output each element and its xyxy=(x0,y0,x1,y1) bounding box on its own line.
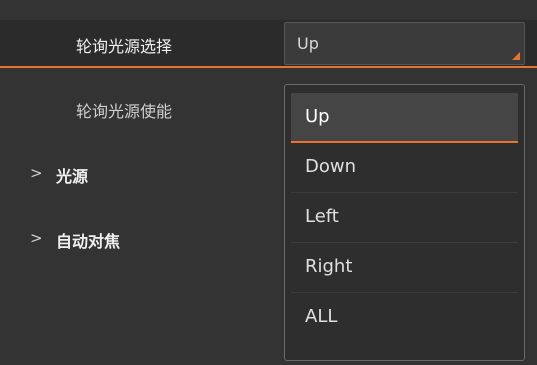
polling-source-select-label: 轮询光源选择 xyxy=(76,37,173,56)
group-autofocus-label: 自动对焦 xyxy=(56,232,121,251)
dropdown-caret-icon xyxy=(512,52,520,60)
dropdown-option-left[interactable]: Left xyxy=(291,193,518,243)
group-light-source[interactable]: > 光源 xyxy=(0,155,280,195)
dropdown-option-right[interactable]: Right xyxy=(291,243,518,293)
group-light-source-label: 光源 xyxy=(56,167,89,186)
dropdown-option-up[interactable]: Up xyxy=(291,93,518,143)
polling-source-select-value: Up xyxy=(297,34,319,53)
chevron-right-icon[interactable]: > xyxy=(30,164,43,182)
polling-source-dropdown-list: Up Down Left Right ALL xyxy=(284,84,525,361)
dropdown-option-down[interactable]: Down xyxy=(291,143,518,193)
polling-source-enable-label: 轮询光源使能 xyxy=(76,102,173,121)
polling-source-select[interactable]: Up xyxy=(284,22,525,65)
chevron-right-icon[interactable]: > xyxy=(30,229,43,247)
dropdown-option-all[interactable]: ALL xyxy=(291,293,518,343)
group-autofocus[interactable]: > 自动对焦 xyxy=(0,220,280,260)
